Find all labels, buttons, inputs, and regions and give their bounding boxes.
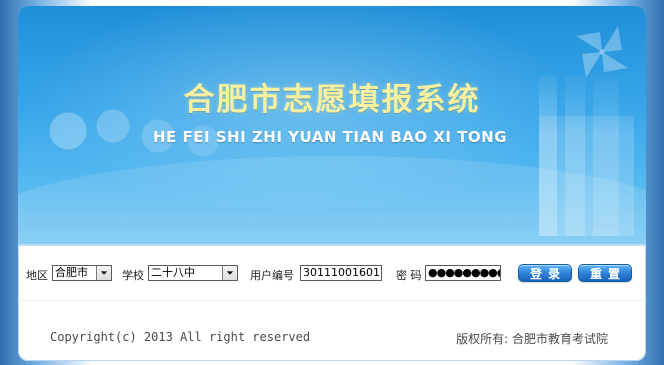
school-label: 学校 [122, 269, 144, 282]
login-form-row: 地区 合肥市 学校 二十八中 用户编号 30111001601 密 码 ●●●●… [18, 258, 646, 292]
copyright-text: Copyright(c) 2013 All right reserved [50, 330, 311, 344]
chevron-down-icon[interactable] [96, 266, 111, 280]
login-panel: 合肥市志愿填报系统 HE FEI SHI ZHI YUAN TIAN BAO X… [18, 6, 646, 361]
user-id-input[interactable]: 30111001601 [300, 265, 382, 281]
password-input[interactable]: ●●●●●●●●●● [425, 265, 501, 281]
reset-button[interactable]: 重置 [578, 264, 632, 282]
system-title-en: HE FEI SHI ZHI YUAN TIAN BAO XI TONG [152, 128, 508, 146]
login-button[interactable]: 登录 [518, 264, 572, 282]
pinwheel-icon [576, 26, 628, 78]
district-select-value: 合肥市 [55, 266, 88, 279]
district-select[interactable]: 合肥市 [52, 265, 112, 281]
system-title-cn: 合肥市志愿填报系统 [183, 82, 481, 118]
buildings-image [539, 76, 634, 236]
rights-holder-text: 版权所有: 合肥市教育考试院 [456, 332, 608, 346]
school-select[interactable]: 二十八中 [148, 265, 238, 281]
user-id-label: 用户编号 [250, 269, 294, 282]
password-label: 密 码 [396, 269, 422, 282]
school-select-value: 二十八中 [151, 266, 195, 279]
footer-divider [18, 300, 646, 301]
window-background: 合肥市志愿填报系统 HE FEI SHI ZHI YUAN TIAN BAO X… [0, 0, 664, 365]
district-label: 地区 [26, 269, 48, 282]
header-banner: 合肥市志愿填报系统 HE FEI SHI ZHI YUAN TIAN BAO X… [18, 6, 646, 296]
students-image [38, 101, 258, 241]
chevron-down-icon[interactable] [222, 266, 237, 280]
